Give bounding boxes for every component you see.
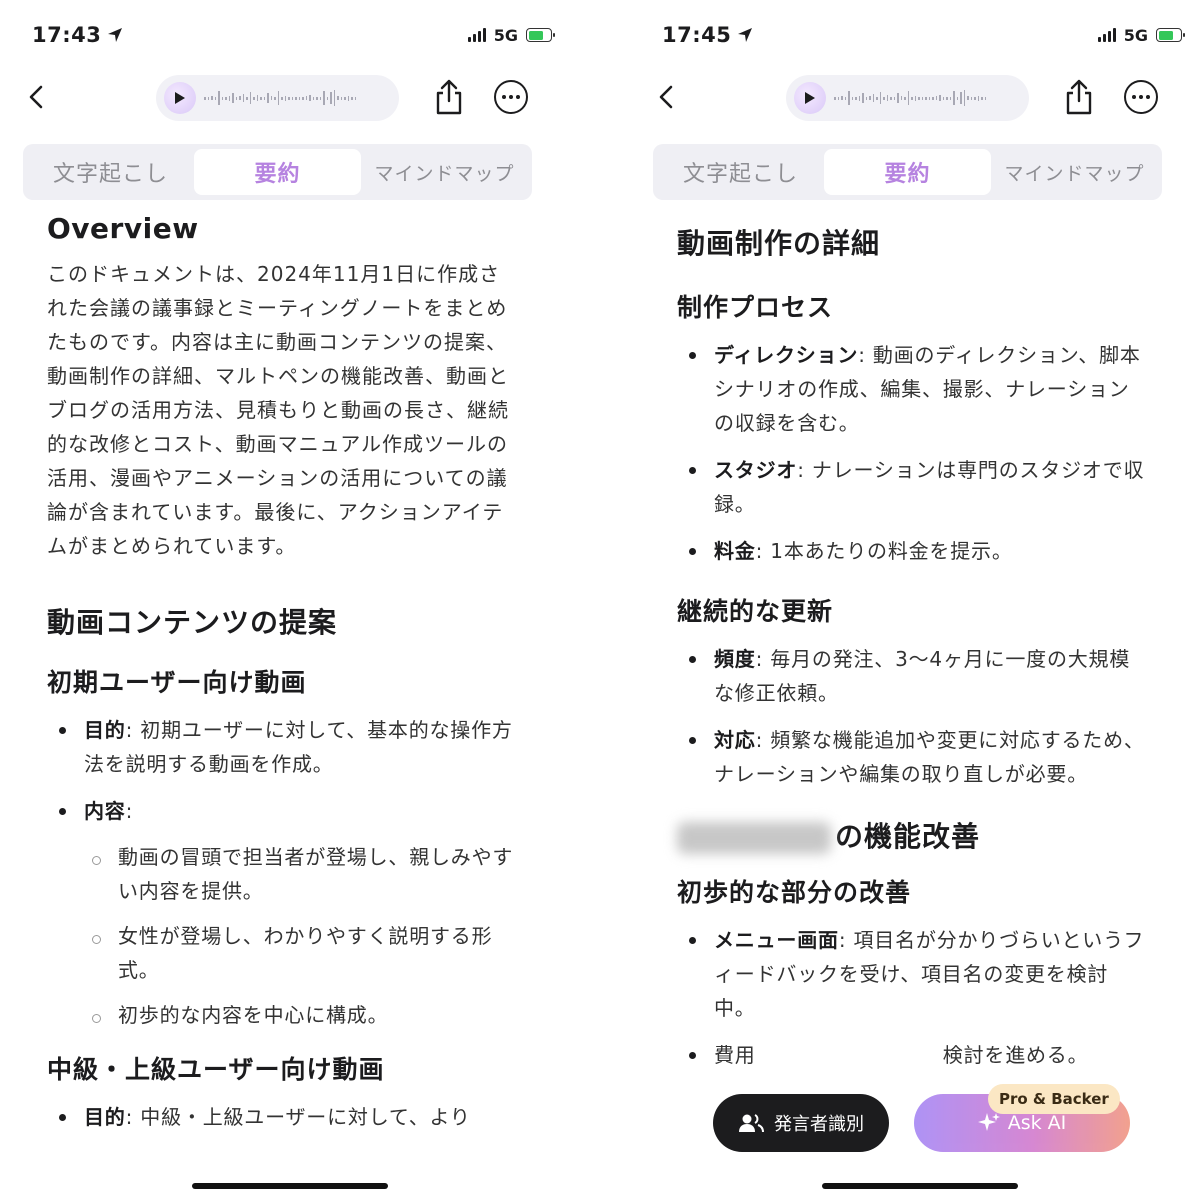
- left-screen: 17:43 5G 文字起こし 要約 マインドマップ Overview このドキュ…: [10, 0, 570, 1200]
- segmented-tabs: 文字起こし 要約 マインドマップ: [23, 144, 532, 200]
- bullet-list: ディレクション: 動画のディレクション、脚本シナリオの作成、編集、撮影、ナレーシ…: [677, 338, 1147, 568]
- list-item: 目的: 中級・上級ユーザーに対して、より: [47, 1100, 517, 1134]
- network-label: 5G: [1123, 25, 1148, 45]
- status-bar: 17:45 5G: [662, 20, 1185, 50]
- speaker-identify-button[interactable]: 発言者識別: [713, 1094, 889, 1152]
- share-icon[interactable]: [432, 78, 466, 116]
- status-time: 17:45: [662, 23, 753, 47]
- overview-paragraph: このドキュメントは、2024年11月1日に作成された会議の議事録とミーティングノ…: [47, 262, 509, 558]
- list-item: 目的: 初期ユーザーに対して、基本的な操作方法を説明する動画を作成。: [47, 713, 517, 781]
- subsection-heading: 継続的な更新: [677, 597, 834, 626]
- battery-charging-icon: [526, 28, 555, 42]
- redacted-text: [677, 822, 831, 854]
- play-button[interactable]: [794, 82, 826, 114]
- waveform-icon: [204, 83, 356, 113]
- more-icon[interactable]: [494, 80, 528, 114]
- status-bar: 17:43 5G: [32, 20, 555, 50]
- play-button[interactable]: [164, 82, 196, 114]
- overview-heading: Overview: [47, 212, 199, 245]
- nav-bar: [640, 72, 1185, 124]
- audio-player[interactable]: [786, 75, 1029, 121]
- section-heading: の機能改善: [677, 815, 1147, 855]
- sparkle-icon: [977, 1113, 1000, 1131]
- subsection-heading: 制作プロセス: [677, 293, 834, 322]
- section-heading: 動画制作の詳細: [677, 227, 881, 260]
- tab-transcript[interactable]: 文字起こし: [657, 149, 824, 195]
- home-indicator[interactable]: [192, 1183, 388, 1189]
- back-chevron-icon[interactable]: [22, 82, 52, 112]
- signal-icon: [467, 28, 486, 42]
- tab-mindmap[interactable]: マインドマップ: [361, 149, 528, 195]
- audio-player[interactable]: [156, 75, 399, 121]
- location-arrow-icon: [108, 28, 123, 42]
- share-icon[interactable]: [1062, 78, 1096, 116]
- status-time: 17:43: [32, 23, 123, 47]
- list-item: 料金: 1本あたりの料金を提示。: [677, 534, 1147, 568]
- list-item: 対応: 頻繁な機能追加や変更に対応するため、ナレーションや編集の取り直しが必要。: [677, 723, 1147, 791]
- subsection-heading: 初歩的な部分の改善: [677, 878, 912, 907]
- waveform-icon: [834, 83, 986, 113]
- home-indicator[interactable]: [822, 1183, 1018, 1189]
- subsection-heading: 初期ユーザー向け動画: [47, 668, 307, 697]
- list-item: メニュー画面: 項目名が分かりづらいというフィードバックを受け、項目名の変更を検…: [677, 923, 1147, 1025]
- tab-summary[interactable]: 要約: [194, 149, 361, 195]
- bullet-list: 頻度: 毎月の発注、3〜4ヶ月に一度の大規模な修正依頼。 対応: 頻繁な機能追加…: [677, 642, 1147, 791]
- sub-list-item: 初歩的な内容を中心に構成。: [84, 998, 517, 1032]
- segmented-tabs: 文字起こし 要約 マインドマップ: [653, 144, 1162, 200]
- list-item: 頻度: 毎月の発注、3〜4ヶ月に一度の大規模な修正依頼。: [677, 642, 1147, 710]
- list-item: 内容: 動画の冒頭で担当者が登場し、親しみやすい内容を提供。 女性が登場し、わか…: [47, 794, 517, 1032]
- bullet-list: 目的: 中級・上級ユーザーに対して、より: [47, 1100, 517, 1134]
- subsection-heading: 中級・上級ユーザー向け動画: [47, 1055, 385, 1084]
- battery-charging-icon: [1156, 28, 1185, 42]
- nav-bar: [10, 72, 570, 124]
- back-chevron-icon[interactable]: [652, 82, 682, 112]
- play-icon: [175, 92, 185, 104]
- right-screen: 17:45 5G 文字起こし 要約 マインドマップ 動画制作の詳細 制作プロセス…: [640, 0, 1185, 1200]
- more-icon[interactable]: [1124, 80, 1158, 114]
- play-icon: [805, 92, 815, 104]
- tab-mindmap[interactable]: マインドマップ: [991, 149, 1158, 195]
- list-item: ディレクション: 動画のディレクション、脚本シナリオの作成、編集、撮影、ナレーシ…: [677, 338, 1147, 440]
- people-icon: [739, 1114, 764, 1133]
- sub-list-item: 動画の冒頭で担当者が登場し、親しみやすい内容を提供。: [84, 840, 517, 908]
- signal-icon: [1097, 28, 1116, 42]
- bullet-list: 目的: 初期ユーザーに対して、基本的な操作方法を説明する動画を作成。 内容: 動…: [47, 713, 517, 1032]
- list-item: 費用 検討を進める。: [677, 1038, 1147, 1072]
- summary-content: Overview このドキュメントは、2024年11月1日に作成された会議の議事…: [47, 208, 517, 1158]
- sub-bullet-list: 動画の冒頭で担当者が登場し、親しみやすい内容を提供。 女性が登場し、わかりやすく…: [84, 840, 517, 1032]
- summary-content: 動画制作の詳細 制作プロセス ディレクション: 動画のディレクション、脚本シナリ…: [677, 222, 1147, 1096]
- network-label: 5G: [493, 25, 518, 45]
- bullet-list: メニュー画面: 項目名が分かりづらいというフィードバックを受け、項目名の変更を検…: [677, 923, 1147, 1072]
- sub-list-item: 女性が登場し、わかりやすく説明する形式。: [84, 919, 517, 987]
- location-arrow-icon: [738, 28, 753, 42]
- list-item: スタジオ: ナレーションは専門のスタジオで収録。: [677, 453, 1147, 521]
- plan-badge: Pro & Backer: [988, 1084, 1120, 1114]
- section-heading: 動画コンテンツの提案: [47, 606, 338, 639]
- tab-transcript[interactable]: 文字起こし: [27, 149, 194, 195]
- tab-summary[interactable]: 要約: [824, 149, 991, 195]
